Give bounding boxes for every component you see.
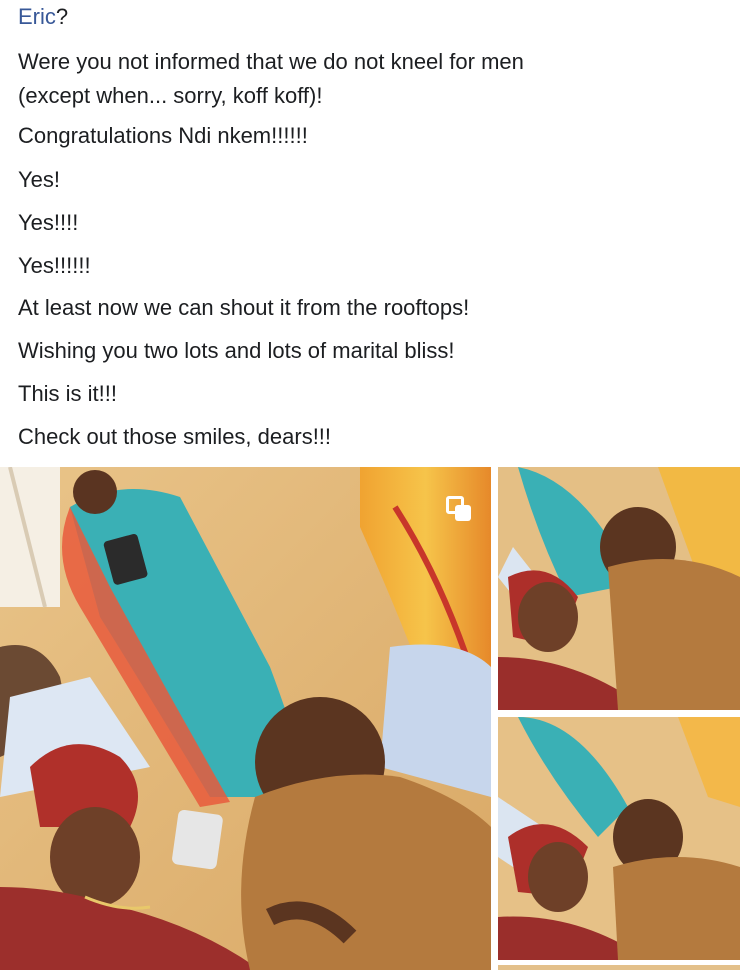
post-line: Yes!!!! [18, 210, 79, 235]
post-line: Wishing you two lots and lots of marital… [18, 338, 455, 363]
post-line: Check out those smiles, dears!!! [18, 424, 332, 449]
post-line: Were you not informed that we do not kne… [18, 49, 524, 74]
thumbnail-photo-1[interactable] [498, 467, 740, 710]
post-line: (except when... sorry, koff koff)! [18, 83, 323, 108]
post-line: Yes!!!!!! [18, 253, 91, 278]
picture-in-picture-icon[interactable] [446, 496, 472, 522]
mention-link[interactable]: Eric [18, 4, 56, 29]
post-line: Yes! [18, 167, 61, 192]
mention-line: Eric? [18, 2, 68, 32]
post-line: This is it!!! [18, 381, 118, 406]
post-line: Congratulations Ndi nkem!!!!!! [18, 123, 308, 148]
thumbnail-photo-3-edge [498, 965, 740, 970]
main-photo[interactable] [0, 467, 491, 970]
mention-suffix: ? [55, 4, 69, 29]
post-line: At least now we can shout it from the ro… [18, 295, 470, 320]
thumbnail-photo-2[interactable] [498, 717, 740, 960]
